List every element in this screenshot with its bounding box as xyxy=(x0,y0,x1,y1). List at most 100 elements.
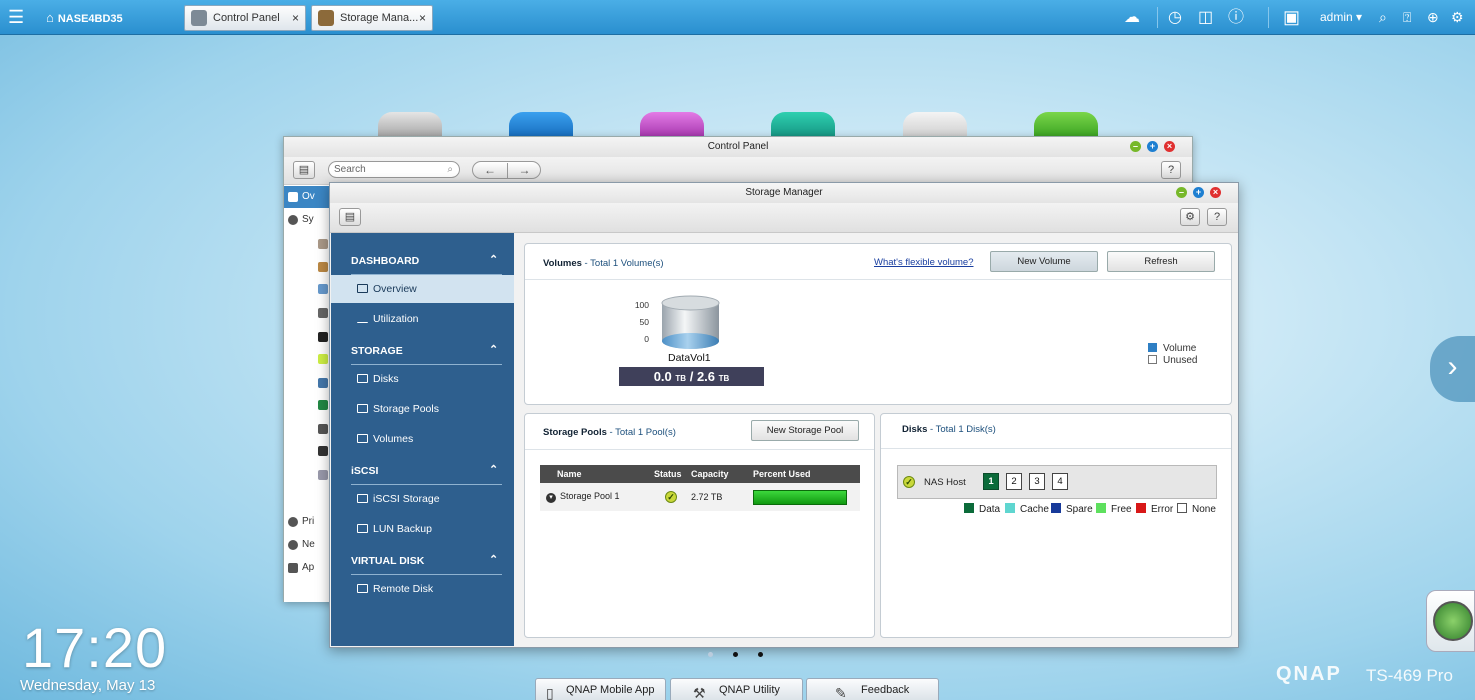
window-controls: – + × xyxy=(1170,186,1221,198)
search-icon: ⌕ xyxy=(447,164,453,175)
app-icon xyxy=(318,400,328,410)
language-icon[interactable]: ⊕ xyxy=(1427,0,1439,35)
column-header: Percent Used xyxy=(747,465,860,483)
legend-swatch xyxy=(964,503,974,513)
storage-manager-window: Storage Manager – + × ▤ ⚙ ? DASHBOARD ⌃ Ove… xyxy=(329,182,1239,648)
section-storage[interactable]: STORAGE ⌃ xyxy=(351,344,498,357)
mobile-app-button[interactable]: ▯ QNAP Mobile App xyxy=(535,678,666,700)
tab-control-panel[interactable]: Control Panel × xyxy=(184,5,306,31)
help-icon[interactable]: ⍰ xyxy=(1403,0,1411,35)
disk-bay-3[interactable]: 3 xyxy=(1029,473,1045,490)
host-label: NAS Host xyxy=(924,477,966,488)
iscsi-icon xyxy=(357,494,368,503)
date: Wednesday, May 13 xyxy=(20,677,156,694)
disk-bay-2[interactable]: 2 xyxy=(1006,473,1022,490)
gear-icon[interactable]: ⚙ xyxy=(1180,208,1200,226)
nas-host-bar: ✓ NAS Host 1 2 3 4 xyxy=(897,465,1217,499)
help-button[interactable]: ? xyxy=(1207,208,1227,226)
minimize-icon[interactable]: – xyxy=(1130,141,1141,152)
search-icon[interactable]: ⌕ xyxy=(1379,0,1387,35)
divider xyxy=(525,279,1231,280)
app-icon xyxy=(318,470,328,480)
expand-icon[interactable]: ▾ xyxy=(546,493,556,503)
flexible-volume-link[interactable]: What's flexible volume? xyxy=(874,257,974,268)
utility-button[interactable]: ⚒ QNAP Utility xyxy=(670,678,803,700)
section-virtual-disk[interactable]: VIRTUAL DISK ⌃ xyxy=(351,554,498,567)
background-task-icon[interactable]: ◷ xyxy=(1168,0,1182,35)
sidebar-item-privilege[interactable]: Pri xyxy=(302,516,314,527)
new-volume-button[interactable]: New Volume xyxy=(990,251,1098,272)
feedback-button[interactable]: ✎ Feedback xyxy=(806,678,939,700)
legend-swatch xyxy=(1148,343,1157,352)
sidebar-item-storage-pools[interactable]: Storage Pools xyxy=(351,395,514,423)
history-nav: ← → xyxy=(472,161,541,179)
gear-icon xyxy=(288,215,298,225)
close-icon[interactable]: × xyxy=(1164,141,1175,152)
cloud-icon[interactable]: ☁ xyxy=(1124,0,1140,35)
table-row[interactable]: ▾ Storage Pool 1 ✓ 2.72 TB xyxy=(540,483,860,511)
next-page-icon[interactable]: › xyxy=(1430,336,1475,402)
model-label: TS-469 Pro xyxy=(1366,666,1453,685)
legend-swatch xyxy=(1148,355,1157,364)
help-button[interactable]: ? xyxy=(1161,161,1181,179)
maximize-icon[interactable]: + xyxy=(1193,187,1204,198)
minimize-icon[interactable]: – xyxy=(1176,187,1187,198)
panel-title: Storage Pools - Total 1 Pool(s) xyxy=(543,427,676,438)
sidebar-item-remote-disk[interactable]: Remote Disk xyxy=(351,575,514,603)
page-dot[interactable] xyxy=(758,652,763,657)
section-iscsi[interactable]: iSCSI ⌃ xyxy=(351,464,498,477)
avatar[interactable]: ▣ xyxy=(1283,0,1300,35)
search-input[interactable]: Search ⌕ xyxy=(328,161,460,178)
page-dot[interactable] xyxy=(733,652,738,657)
sidebar-toggle-icon[interactable]: ▤ xyxy=(293,161,315,179)
maximize-icon[interactable]: + xyxy=(1147,141,1158,152)
disk-bay-1[interactable]: 1 xyxy=(983,473,999,490)
sidebar-item-overview[interactable]: Overview xyxy=(331,275,514,303)
resource-monitor-widget[interactable] xyxy=(1426,590,1475,652)
main-menu-icon[interactable]: ☰ xyxy=(8,8,26,26)
sidebar-item-network[interactable]: Ne xyxy=(302,539,315,550)
section-dashboard[interactable]: DASHBOARD ⌃ xyxy=(351,254,498,267)
sidebar-item-lun-backup[interactable]: LUN Backup xyxy=(351,515,514,543)
volume-icon xyxy=(357,434,368,443)
legend-swatch xyxy=(1177,503,1187,513)
user-menu[interactable]: admin ▾ xyxy=(1320,0,1362,35)
backup-icon xyxy=(357,524,368,533)
external-device-icon[interactable]: ◫ xyxy=(1198,0,1213,35)
volume-name: DataVol1 xyxy=(668,352,711,364)
disk-bay-4[interactable]: 4 xyxy=(1052,473,1068,490)
desktop-settings-icon[interactable]: ⚙ xyxy=(1451,0,1464,35)
home-button[interactable]: ⌂ NASE4BD35 xyxy=(46,10,123,25)
new-storage-pool-button[interactable]: New Storage Pool xyxy=(751,420,859,441)
sidebar-item-disks[interactable]: Disks xyxy=(351,365,514,393)
back-icon[interactable]: ← xyxy=(473,163,507,178)
page-dot[interactable] xyxy=(708,652,713,657)
close-icon[interactable]: × xyxy=(419,6,426,30)
sidebar-item-volumes[interactable]: Volumes xyxy=(351,425,514,453)
sidebar-item-system[interactable]: Sy xyxy=(302,214,314,225)
panel-title: Disks - Total 1 Disk(s) xyxy=(902,424,996,435)
pool-name-cell: ▾ Storage Pool 1 xyxy=(540,483,648,511)
sidebar-item-iscsi-storage[interactable]: iSCSI Storage xyxy=(351,485,514,513)
edit-icon: ✎ xyxy=(835,685,847,700)
close-icon[interactable]: × xyxy=(292,6,299,30)
user-icon xyxy=(288,517,298,527)
overview-icon xyxy=(288,192,298,202)
taskbar: ☰ ⌂ NASE4BD35 Control Panel × Storage Man… xyxy=(0,0,1475,35)
column-header: Name xyxy=(540,465,648,483)
sidebar-item-applications[interactable]: Ap xyxy=(302,562,314,573)
sidebar-item-utilization[interactable]: Utilization xyxy=(351,305,514,333)
forward-icon[interactable]: → xyxy=(507,163,541,178)
close-icon[interactable]: × xyxy=(1210,187,1221,198)
disk-icon xyxy=(357,374,368,383)
capacity-cell: 2.72 TB xyxy=(685,483,747,511)
storage-manager-icon xyxy=(318,10,334,26)
info-icon[interactable]: ⓘ xyxy=(1228,0,1244,35)
window-controls: – + × xyxy=(1124,140,1175,152)
chevron-up-icon: ⌃ xyxy=(489,344,499,356)
tab-storage-manager[interactable]: Storage Mana... × xyxy=(311,5,433,31)
refresh-button[interactable]: Refresh xyxy=(1107,251,1215,272)
gauge-icon xyxy=(1433,601,1473,641)
sidebar-toggle-icon[interactable]: ▤ xyxy=(339,208,361,226)
divider xyxy=(881,448,1231,449)
